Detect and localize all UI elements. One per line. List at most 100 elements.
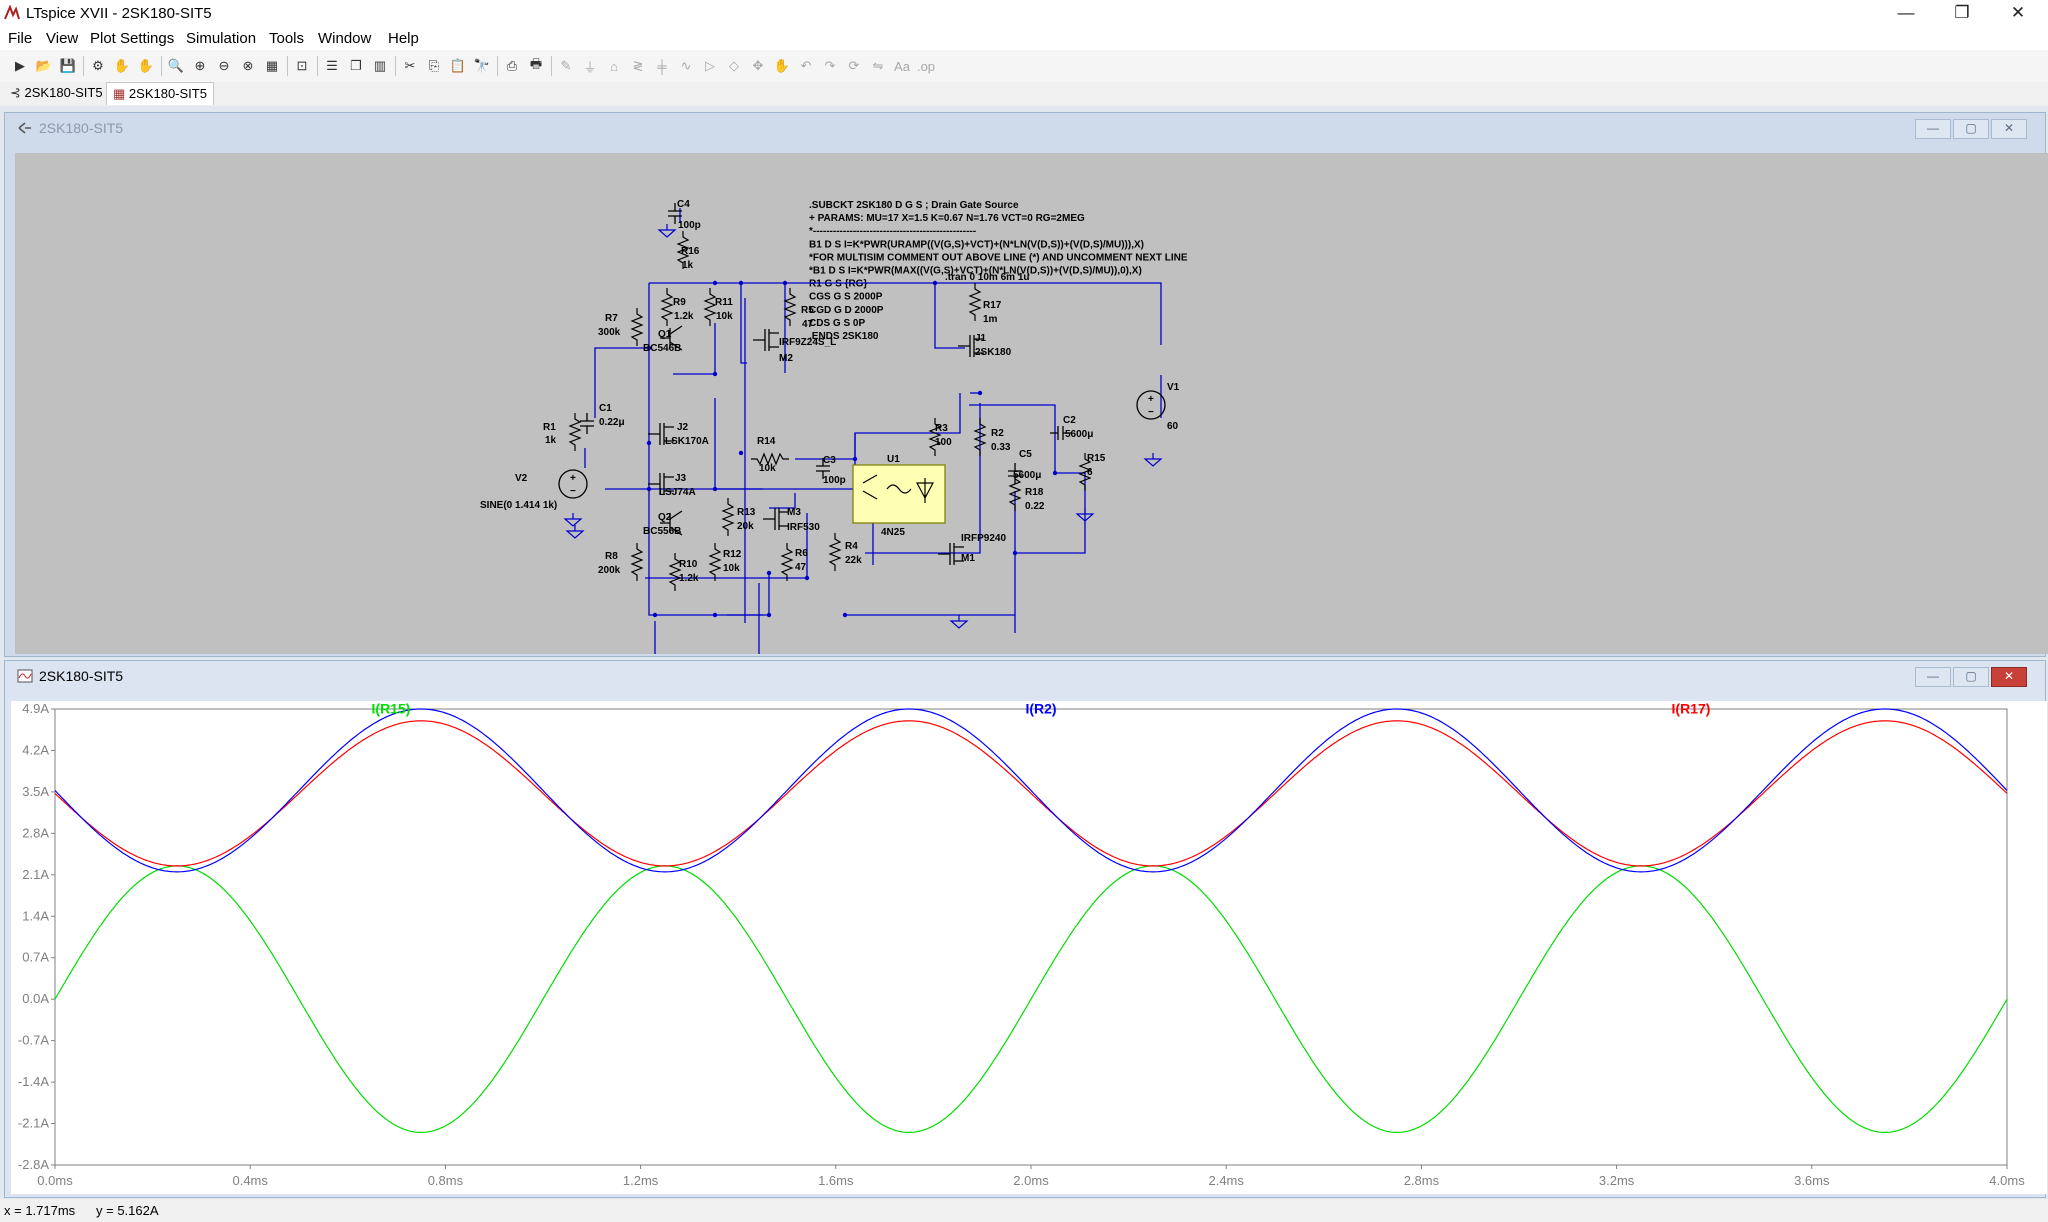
paste-icon[interactable]: 📋 (448, 56, 468, 76)
inductor-icon[interactable]: ∿ (676, 56, 696, 76)
document-tab-bar: ⊰ 2SK180-SIT5 ▦ 2SK180-SIT5 (0, 82, 2048, 106)
diode-icon[interactable]: ▷ (700, 56, 720, 76)
y-tick-label: 0.7A (22, 950, 49, 965)
halt-icon[interactable]: ✋ (112, 56, 132, 76)
waveform-window-titlebar[interactable]: 2SK180-SIT5 — ▢ ✕ (5, 661, 2045, 691)
menu-simulation[interactable]: Simulation (186, 28, 256, 50)
label-r18: R18 (1025, 487, 1044, 498)
rotate-icon[interactable]: ⟳ (844, 56, 864, 76)
menu-view[interactable]: View (46, 28, 78, 50)
restore-button[interactable]: ❐ (1934, 0, 1990, 28)
transistor-symbol (753, 329, 779, 351)
component-icon[interactable]: ◇ (724, 56, 744, 76)
x-tick-label: 2.0ms (1013, 1173, 1049, 1188)
cursor-x-readout: x = 1.717ms (4, 1203, 76, 1218)
save-icon[interactable]: 💾 (58, 56, 78, 76)
zoom-extents-icon[interactable]: ⊡ (292, 56, 312, 76)
menu-file[interactable]: File (8, 28, 32, 50)
junction-dot (738, 450, 744, 456)
value-r8: 200k (598, 565, 621, 576)
plot-pane[interactable]: 4.9A 4.2A 3.5A 2.8A 2.1A 1.4A 0.7A 0.0A -0.7A -1.… (11, 700, 2047, 1194)
tile-vertical-icon[interactable]: ▥ (370, 56, 390, 76)
drag-icon[interactable]: ✋ (772, 56, 792, 76)
zoom-area-icon[interactable]: ⊕ (190, 56, 210, 76)
trace-label-ir15[interactable]: I(R15) (372, 700, 411, 716)
control-panel-icon[interactable]: ⚙ (88, 56, 108, 76)
junction-dot (712, 612, 718, 618)
copy-icon[interactable]: ⎘ (424, 56, 444, 76)
trace-ir2 (54, 708, 2008, 873)
label-r11: R11 (715, 297, 733, 308)
pan-hand-icon[interactable]: ✋ (136, 56, 156, 76)
menu-plot-settings[interactable]: Plot Settings (90, 28, 174, 50)
value-r9: 1.2k (674, 311, 694, 322)
mirror-icon[interactable]: ⇋ (868, 56, 888, 76)
toolbar-separator (83, 56, 84, 76)
value-q2: BC556B (643, 526, 681, 537)
schematic-minimize-button[interactable]: — (1915, 119, 1951, 139)
waveform-maximize-button[interactable]: ▢ (1953, 667, 1989, 687)
label-r1: R1 (543, 422, 556, 433)
schematic-tab-icon: ⊰ (10, 85, 21, 100)
zoom-out-icon[interactable]: ⊖ (214, 56, 234, 76)
open-icon[interactable]: 📂 (34, 56, 54, 76)
autorange-icon[interactable]: ▦ (262, 56, 282, 76)
schematic-canvas[interactable]: .SUBCKT 2SK180 D G S ; Drain Gate Source… (15, 153, 2048, 664)
redo-icon[interactable]: ↷ (820, 56, 840, 76)
cut-icon[interactable]: ✂ (400, 56, 420, 76)
capacitor-symbol (580, 413, 594, 434)
x-tick-label: 1.6ms (818, 1173, 854, 1188)
schematic-window: 2SK180-SIT5 — ▢ ✕ .SUBCKT 2SK180 D G S ;… (4, 112, 2048, 664)
trace-label-ir17[interactable]: I(R17) (1672, 700, 1711, 716)
waveform-close-button[interactable]: ✕ (1991, 667, 2027, 687)
x-tick-label: 0.4ms (232, 1173, 268, 1188)
tran-directive: .tran 0 10m 6m 1u (945, 272, 1029, 283)
schematic-close-button[interactable]: ✕ (1991, 119, 2027, 139)
value-m1: IRFP9240 (961, 533, 1006, 544)
schematic-window-titlebar[interactable]: 2SK180-SIT5 — ▢ ✕ (5, 113, 2045, 143)
junction-dot (932, 280, 938, 286)
tab-waveform[interactable]: ▦ 2SK180-SIT5 (106, 82, 214, 105)
print-setup-icon[interactable]: 🖶 (526, 56, 546, 76)
waveform-minimize-button[interactable]: — (1915, 667, 1951, 687)
wire (727, 573, 770, 616)
menu-tools[interactable]: Tools (269, 28, 304, 50)
zoom-full-icon[interactable]: ⊗ (238, 56, 258, 76)
label-v2: V2 (515, 473, 528, 484)
value-r6: 47 (795, 562, 807, 573)
find-icon[interactable]: 🔭 (472, 56, 492, 76)
label-r14: R14 (757, 436, 776, 447)
print-icon[interactable]: ⎙ (502, 56, 522, 76)
schematic-maximize-button[interactable]: ▢ (1953, 119, 1989, 139)
text-icon[interactable]: Aa (892, 56, 912, 76)
close-button[interactable]: ✕ (1990, 0, 2046, 28)
label-r12: R12 (723, 549, 742, 560)
label-r10: R10 (679, 559, 698, 570)
resistor-icon[interactable]: ≷ (628, 56, 648, 76)
menu-help[interactable]: Help (388, 28, 419, 50)
tab-schematic[interactable]: ⊰ 2SK180-SIT5 (4, 82, 109, 104)
zoom-in-icon[interactable]: 🔍 (166, 56, 186, 76)
spice-directive-line: *FOR MULTISIM COMMENT OUT ABOVE LINE (*)… (809, 252, 1188, 263)
trace-label-ir2[interactable]: I(R2) (1025, 700, 1056, 716)
value-r1: 1k (545, 435, 557, 446)
resistor-symbol (708, 543, 722, 581)
x-tick-label: 4.0ms (1989, 1173, 2025, 1188)
move-icon[interactable]: ✥ (748, 56, 768, 76)
menu-window[interactable]: Window (318, 28, 371, 50)
label-u1: U1 (887, 454, 900, 465)
minimize-button[interactable]: — (1878, 0, 1934, 28)
spice-directive-line: CDS G S 0P (809, 318, 865, 329)
tile-horizontal-icon[interactable]: ☰ (322, 56, 342, 76)
spice-directive-icon[interactable]: .op (916, 56, 936, 76)
run-icon[interactable]: ▶ (10, 56, 30, 76)
cascade-icon[interactable]: ❐ (346, 56, 366, 76)
undo-icon[interactable]: ↶ (796, 56, 816, 76)
junction-dot (646, 440, 652, 446)
ground-icon[interactable]: ⏚ (580, 56, 600, 76)
draw-wire-icon[interactable]: ✎ (556, 56, 576, 76)
ground-symbol (949, 615, 969, 629)
label-net-icon[interactable]: ⌂ (604, 56, 624, 76)
junction-dot (766, 612, 772, 618)
capacitor-icon[interactable]: ╪ (652, 56, 672, 76)
